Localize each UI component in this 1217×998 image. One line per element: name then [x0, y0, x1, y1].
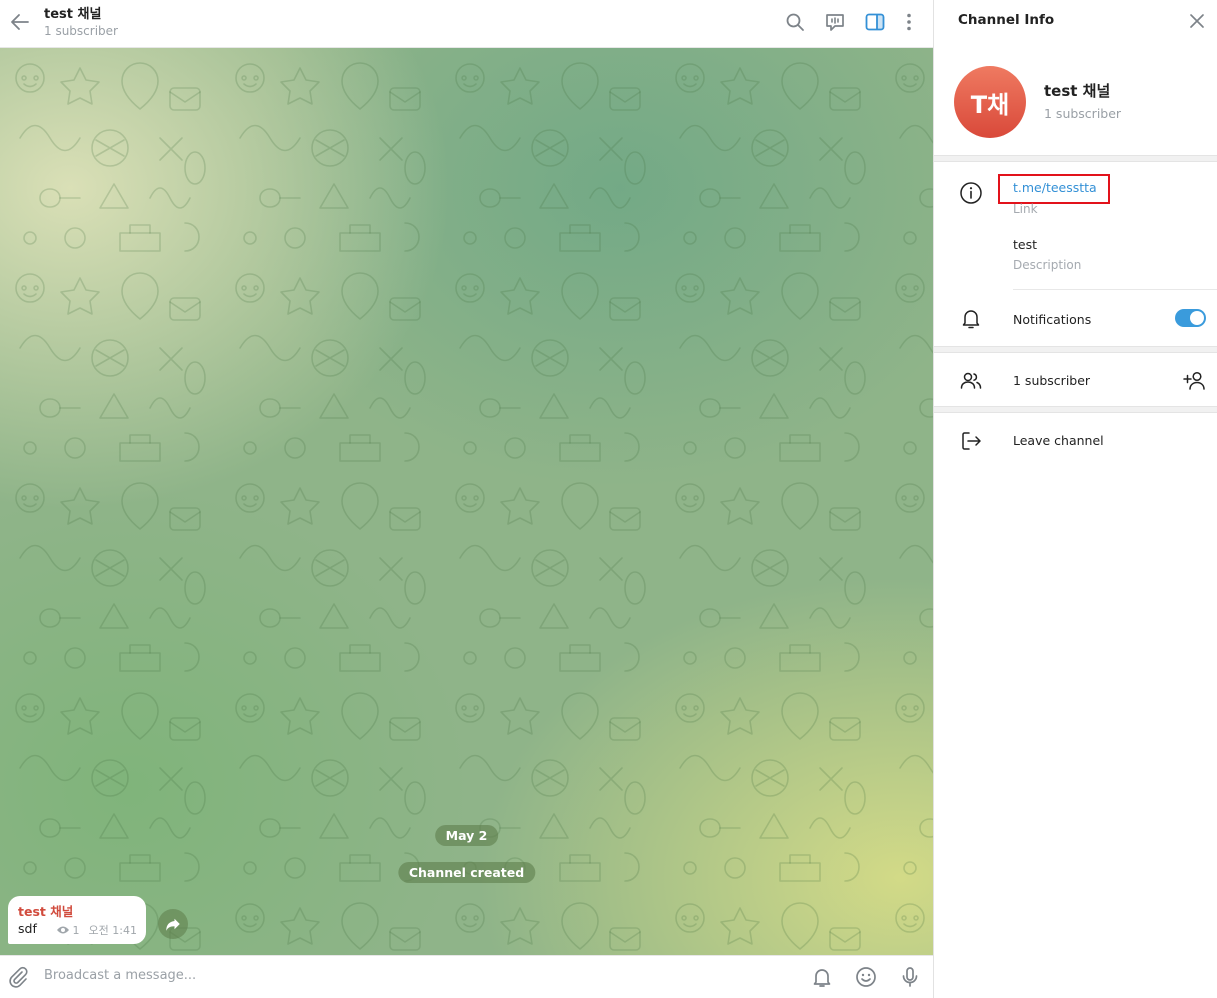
channel-name: test 채널 — [1044, 82, 1111, 100]
row-divider — [1013, 289, 1217, 290]
silent-broadcast-bell-icon[interactable] — [810, 965, 834, 989]
microphone-icon[interactable] — [898, 965, 922, 989]
emoji-icon[interactable] — [854, 965, 878, 989]
message-input[interactable] — [44, 968, 764, 983]
chat-area: test 채널 1 subscriber May 2 Channel creat… — [0, 0, 933, 998]
description-value: test — [1013, 237, 1038, 252]
chat-subtitle: 1 subscriber — [44, 24, 118, 38]
leave-channel-button[interactable]: Leave channel — [1013, 433, 1104, 448]
notifications-label[interactable]: Notifications — [1013, 312, 1091, 327]
views-eye-icon — [56, 926, 69, 934]
panel-title: Channel Info — [958, 12, 1055, 28]
forward-arrow-icon — [166, 918, 180, 931]
channel-avatar[interactable]: T채 — [954, 66, 1026, 138]
channel-info-panel: Channel Info T채 test 채널 1 subscriber t.m… — [933, 0, 1217, 998]
description-caption: Description — [1013, 258, 1082, 272]
add-subscriber-icon[interactable] — [1182, 368, 1208, 394]
search-icon[interactable] — [783, 10, 807, 34]
leave-icon — [962, 432, 981, 450]
notifications-toggle[interactable] — [1175, 309, 1206, 327]
chat-background: May 2 Channel created test 채널 sdf 1 오전 1… — [0, 48, 933, 955]
close-icon[interactable] — [1188, 12, 1206, 30]
message-time: 오전 1:41 — [88, 924, 137, 937]
date-divider: May 2 — [434, 825, 499, 846]
channel-subtitle: 1 subscriber — [1044, 106, 1122, 121]
discussion-icon[interactable] — [823, 10, 847, 34]
subscribers-label[interactable]: 1 subscriber — [1013, 373, 1090, 388]
attach-paperclip-icon[interactable] — [6, 965, 30, 989]
message-bubble[interactable]: test 채널 sdf 1 오전 1:41 — [8, 896, 146, 944]
back-arrow-icon[interactable] — [8, 10, 32, 34]
background-doodle-pattern — [0, 48, 933, 955]
composer — [0, 955, 933, 998]
info-icon — [960, 182, 982, 204]
sidebar-toggle-icon[interactable] — [863, 10, 887, 34]
message-views: 1 — [72, 923, 80, 937]
section-divider — [934, 406, 1217, 413]
message-author: test 채널 — [18, 904, 74, 919]
more-options-icon[interactable] — [897, 10, 921, 34]
subscribers-icon — [960, 372, 982, 389]
chat-header: test 채널 1 subscriber — [0, 0, 933, 48]
bell-icon — [962, 310, 980, 329]
channel-link[interactable]: t.me/teesstta — [1013, 180, 1097, 195]
link-caption: Link — [1013, 202, 1038, 216]
chat-title[interactable]: test 채널 — [44, 3, 101, 22]
forward-button[interactable] — [158, 909, 188, 939]
section-divider — [934, 155, 1217, 162]
section-divider — [934, 346, 1217, 353]
service-message: Channel created — [397, 862, 536, 883]
message-meta: 1 오전 1:41 — [56, 922, 137, 938]
